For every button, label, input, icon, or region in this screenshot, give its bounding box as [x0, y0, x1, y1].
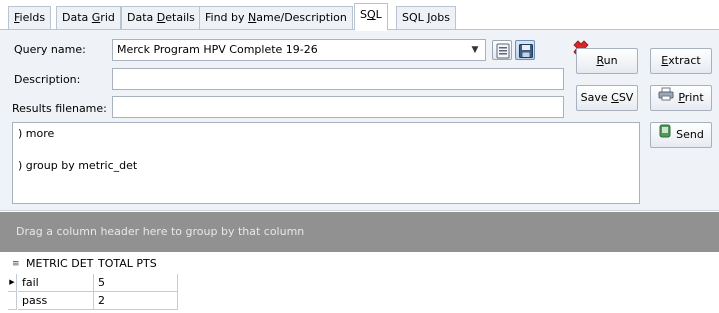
query-name-select[interactable]: Merck Program HPV Complete 19-26 ▼ [112, 39, 486, 61]
send-button[interactable]: Send [650, 122, 712, 148]
table-cell-metric[interactable]: fail [18, 274, 94, 292]
tab-data-details[interactable]: Data Details [121, 6, 201, 30]
description-label: Description: [14, 73, 81, 86]
sql-line: ) group by metric_det [18, 159, 138, 172]
extract-button[interactable]: Extract [650, 48, 712, 74]
column-header-metric-det[interactable]: METRIC DET [26, 255, 96, 273]
group-by-panel[interactable]: Drag a column header here to group by th… [0, 212, 719, 252]
column-header-total-pts[interactable]: TOTAL PTS [98, 255, 157, 273]
column-chooser-icon[interactable]: ≡ [12, 255, 24, 273]
save-icon[interactable] [515, 40, 535, 60]
table-cell-total[interactable]: 2 [94, 292, 178, 310]
table-cell-total[interactable]: 5 [94, 274, 178, 292]
print-button[interactable]: Print [650, 85, 712, 111]
save-csv-button[interactable]: Save CSV [576, 85, 638, 111]
tab-find-by-name[interactable]: Find by Name/Description [199, 6, 353, 30]
run-button[interactable]: Run [576, 48, 638, 74]
results-grid: ≡ METRIC DET TOTAL PTS ▶ fail 5 pass 2 [0, 252, 719, 313]
chevron-down-icon[interactable]: ▼ [469, 43, 481, 57]
query-name-label: Query name: [14, 43, 86, 56]
sql-line: ) more [18, 127, 55, 140]
group-by-hint: Drag a column header here to group by th… [16, 225, 305, 238]
save-template-icon[interactable] [492, 40, 512, 60]
row-indicator-icon: ▶ [8, 274, 17, 292]
sql-editor[interactable]: ) more ) group by metric_det [12, 122, 640, 204]
printer-icon [658, 86, 674, 110]
tab-data-grid[interactable]: Data Grid [56, 6, 121, 30]
description-input[interactable] [112, 68, 564, 90]
tab-fields[interactable]: Fields [8, 6, 52, 30]
sql-panel: Query name: Merck Program HPV Complete 1… [0, 30, 719, 211]
query-name-value: Merck Program HPV Complete 19-26 [117, 43, 318, 56]
row-indicator [8, 292, 17, 310]
tab-sql-jobs[interactable]: SQL Jobs [396, 6, 456, 30]
tab-sql[interactable]: SQL [354, 3, 388, 31]
results-filename-input[interactable] [112, 96, 564, 118]
results-filename-label: Results filename: [12, 102, 107, 115]
table-cell-metric[interactable]: pass [18, 292, 94, 310]
send-icon [658, 123, 672, 147]
tab-strip: Fields Data Grid Data Details Find by Na… [0, 0, 719, 31]
